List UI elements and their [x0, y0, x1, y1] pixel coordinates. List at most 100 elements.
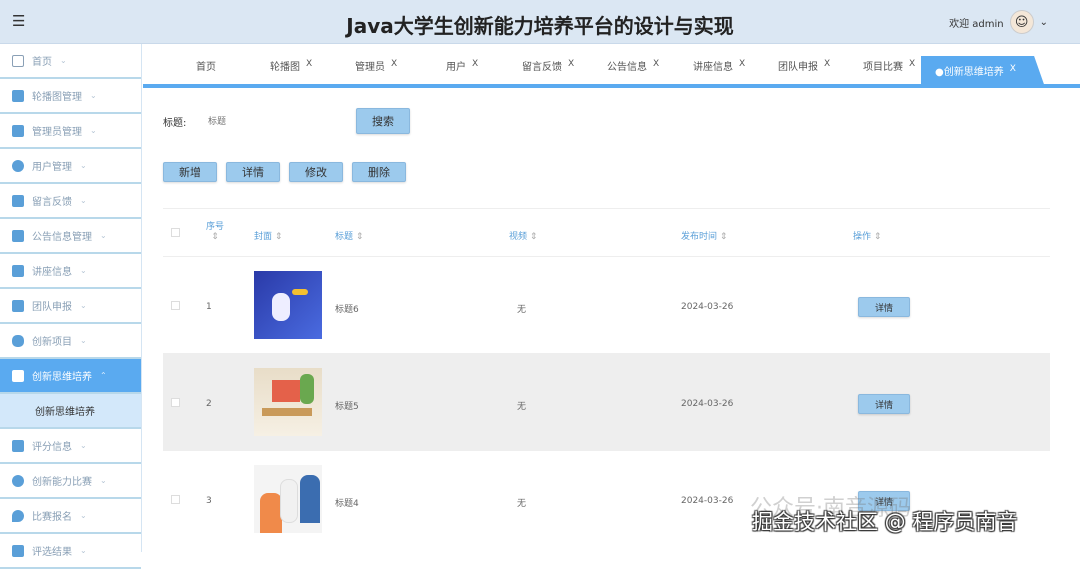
column-header-date[interactable]: 发布时间 ⇕: [681, 229, 727, 242]
tab-label: 用户: [446, 62, 466, 73]
sidebar-item-users[interactable]: 用户管理 ⌄: [0, 149, 141, 184]
row-video: 无: [517, 499, 527, 509]
delete-button[interactable]: 删除: [352, 162, 406, 182]
column-header-title[interactable]: 标题 ⇕: [335, 229, 363, 242]
table-row: 1 标题6 无 2024-03-26 详情: [163, 256, 1050, 353]
table-header: 序号 ⇕ 封面 ⇕ 标题 ⇕ 视频 ⇕ 发布时间 ⇕ 操作 ⇕: [163, 208, 1050, 256]
close-icon[interactable]: X: [568, 59, 574, 69]
tab-label: 首页: [196, 62, 216, 73]
sidebar-item-notice[interactable]: 公告信息管理 ⌄: [0, 219, 141, 254]
title-search-input[interactable]: [208, 116, 356, 126]
tab-users[interactable]: 用户 X: [446, 58, 478, 73]
sidebar-item-feedback[interactable]: 留言反馈 ⌄: [0, 184, 141, 219]
close-icon[interactable]: X: [653, 59, 659, 69]
tab-competition[interactable]: 项目比赛 X: [863, 58, 915, 73]
add-button[interactable]: 新增: [163, 162, 217, 182]
cover-image: [254, 465, 322, 533]
row-checkbox[interactable]: [171, 301, 180, 310]
welcome-text: 欢迎 admin: [949, 18, 1004, 30]
sidebar-item-project[interactable]: 创新项目 ⌄: [0, 324, 141, 359]
chevron-down-icon: ⌄: [90, 91, 97, 100]
close-icon[interactable]: X: [472, 59, 478, 69]
close-icon[interactable]: X: [1010, 64, 1016, 74]
chevron-down-icon: ⌄: [100, 476, 107, 485]
row-detail-button[interactable]: 详情: [858, 297, 910, 317]
close-icon[interactable]: X: [824, 59, 830, 69]
close-icon[interactable]: X: [739, 59, 745, 69]
row-checkbox[interactable]: [171, 495, 180, 504]
search-label: 标题:: [163, 117, 187, 129]
chevron-up-icon: ⌃: [100, 371, 107, 380]
row-index: 2: [206, 399, 212, 409]
tab-feedback[interactable]: 留言反馈 X: [522, 58, 574, 73]
tab-carousel[interactable]: 轮播图 X: [270, 58, 312, 73]
search-bar: 标题: 搜索: [163, 108, 410, 134]
row-checkbox[interactable]: [171, 398, 180, 407]
envelope-icon: [12, 369, 24, 382]
user-menu[interactable]: 欢迎 admin ☺ ⌄: [949, 10, 1048, 34]
sidebar-item-score[interactable]: 评分信息 ⌄: [0, 429, 141, 464]
tab-home[interactable]: 首页: [196, 58, 216, 73]
tab-label: 项目比赛: [863, 62, 903, 73]
sidebar-label: 评选结果: [32, 547, 72, 558]
edit-button[interactable]: 修改: [289, 162, 343, 182]
sidebar-label: 留言反馈: [32, 197, 72, 208]
sidebar-label: 创新思维培养: [32, 372, 92, 383]
tab-label: 讲座信息: [693, 62, 733, 73]
tab-label: 管理员: [355, 62, 385, 73]
table-row: 2 标题5 无 2024-03-26 详情: [163, 353, 1050, 450]
sidebar-item-admin[interactable]: 管理员管理 ⌄: [0, 114, 141, 149]
sidebar-item-lecture[interactable]: 讲座信息 ⌄: [0, 254, 141, 289]
chevron-down-icon: ⌄: [80, 546, 87, 555]
tab-team[interactable]: 团队申报 X: [778, 58, 830, 73]
action-toolbar: 新增 详情 修改 删除: [163, 162, 406, 182]
tab-label: 轮播图: [270, 62, 300, 73]
select-all-checkbox[interactable]: [171, 228, 180, 237]
chevron-down-icon: ⌄: [80, 196, 87, 205]
column-header-index[interactable]: 序号 ⇕: [206, 219, 224, 242]
sidebar-subitem-thinking[interactable]: 创新思维培养: [0, 394, 141, 429]
column-header-cover[interactable]: 封面 ⇕: [254, 229, 282, 242]
sidebar-item-team[interactable]: 团队申报 ⌄: [0, 289, 141, 324]
chevron-down-icon: ⌄: [90, 126, 97, 135]
tab-notice[interactable]: 公告信息 X: [607, 58, 659, 73]
detail-button[interactable]: 详情: [226, 162, 280, 182]
sidebar-label: 公告信息管理: [32, 232, 92, 243]
tab-label: 团队申报: [778, 62, 818, 73]
row-date: 2024-03-26: [681, 496, 734, 506]
drop-icon: [12, 509, 24, 522]
close-icon[interactable]: X: [909, 59, 915, 69]
search-button[interactable]: 搜索: [356, 108, 410, 134]
chevron-down-icon: ⌄: [80, 266, 87, 275]
close-icon[interactable]: X: [391, 59, 397, 69]
sidebar-label: 创新项目: [32, 337, 72, 348]
row-detail-button[interactable]: 详情: [858, 394, 910, 414]
app-title: Java大学生创新能力培养平台的设计与实现: [346, 14, 734, 38]
row-date: 2024-03-26: [681, 399, 734, 409]
column-header-video[interactable]: 视频 ⇕: [509, 229, 537, 242]
sidebar-item-carousel[interactable]: 轮播图管理 ⌄: [0, 79, 141, 114]
sidebar-item-signup[interactable]: 比赛报名 ⌄: [0, 499, 141, 534]
sidebar-item-thinking[interactable]: 创新思维培养 ⌃: [0, 359, 141, 394]
monitor-icon: [12, 264, 24, 277]
tab-label: ●创新思维培养: [935, 67, 1004, 78]
chevron-down-icon: ⌄: [60, 56, 67, 65]
avatar[interactable]: ☺: [1009, 10, 1034, 34]
tab-admin[interactable]: 管理员 X: [355, 58, 397, 73]
sidebar-label: 创新能力比赛: [32, 477, 92, 488]
sidebar-label: 比赛报名: [32, 512, 72, 523]
message-icon: [12, 194, 24, 207]
row-index: 3: [206, 496, 212, 506]
sidebar-item-competition[interactable]: 创新能力比赛 ⌄: [0, 464, 141, 499]
tab-label: 公告信息: [607, 62, 647, 73]
watermark-juejin: 掘金技术社区 @ 程序员南音: [752, 510, 1018, 534]
tab-thinking[interactable]: ●创新思维培养 X: [921, 56, 1044, 84]
sidebar-label: 轮播图管理: [32, 92, 82, 103]
sidebar-item-home[interactable]: 首页 ⌄: [0, 44, 141, 79]
column-header-action[interactable]: 操作 ⇕: [853, 229, 881, 242]
row-video: 无: [517, 402, 527, 412]
row-date: 2024-03-26: [681, 302, 734, 312]
check-circle-icon: [12, 474, 24, 487]
close-icon[interactable]: X: [306, 59, 312, 69]
tab-lecture[interactable]: 讲座信息 X: [693, 58, 745, 73]
